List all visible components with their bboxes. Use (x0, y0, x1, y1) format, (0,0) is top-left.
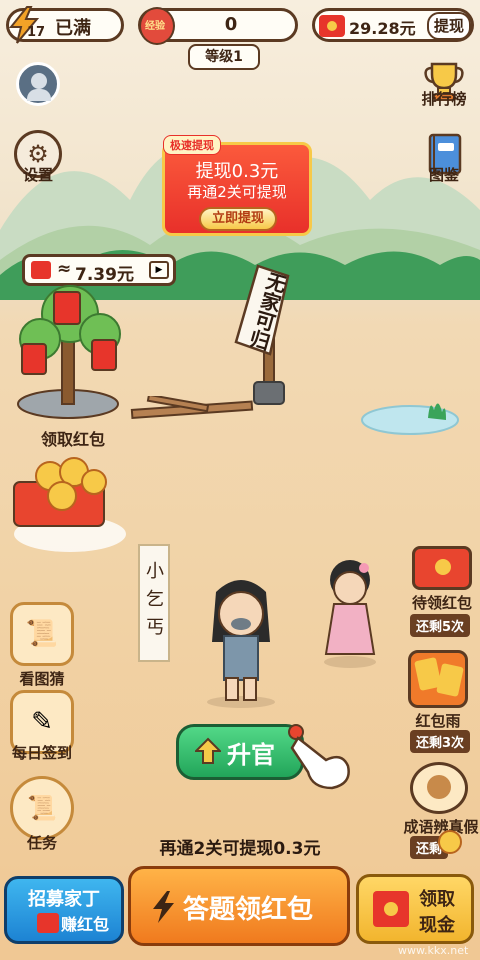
pencil-icon: ✎ (31, 707, 53, 737)
pending-remain: 还剩5次 (410, 614, 471, 637)
promo-tag: 极速提现 (163, 135, 221, 155)
pointing-hand-icon (288, 724, 350, 790)
name-scroll: 小乞丐 (138, 544, 170, 662)
money-tree-bubble: ≈ 7.39元 ▶ (22, 254, 176, 286)
guess-picture-button[interactable]: 📜 (10, 602, 74, 666)
settings-label: 设置 (22, 166, 53, 184)
pending-redpacket-button[interactable] (412, 546, 472, 590)
album-label: 图鉴 (428, 166, 459, 184)
beggar-character[interactable] (196, 572, 286, 712)
up-arrow-icon (193, 737, 223, 764)
bubble-approx: ≈ (57, 259, 72, 279)
energy-pill[interactable]: 17 已满 (6, 6, 124, 44)
character-name: 小乞丐 (146, 561, 164, 638)
daily-signin-label: 每日签到 (11, 744, 72, 762)
redpacket-rain-button[interactable] (408, 650, 468, 708)
withdraw-promo-card[interactable]: 极速提现 提现0.3元 再通2关可提现 立即提现 (162, 135, 312, 236)
lightning-icon (149, 889, 177, 923)
exp-value: 0 (224, 14, 238, 35)
bubble-value: 7.39元 (75, 265, 134, 285)
red-packet-icon (37, 913, 59, 933)
quiz-button-label: 答题领红包 (183, 895, 314, 925)
ranking-label: 排行榜 (421, 90, 467, 108)
girl-character[interactable] (316, 558, 384, 670)
redpacket-rain-label: 红包雨 (415, 712, 461, 730)
promo-title: 提现0.3元 (195, 161, 279, 182)
balance-pill: 29.28元 提现 (312, 8, 474, 42)
rain-remain: 还剩3次 (410, 730, 471, 753)
promo-subtitle: 再通2关可提现 (187, 183, 287, 201)
monkey-icon (427, 775, 451, 799)
coin-icon (435, 559, 451, 575)
red-packet-icon (319, 15, 345, 37)
avatar[interactable] (16, 62, 60, 106)
video-icon: ▶ (149, 261, 169, 279)
withdraw-button[interactable]: 提现 (427, 12, 471, 40)
claim-cash-button[interactable]: 领取 现金 (356, 874, 474, 944)
broken-planks (130, 396, 254, 419)
red-packet-icon (31, 261, 51, 279)
money-tree[interactable] (10, 284, 130, 424)
quiz-redpacket-button[interactable]: 答题领红包 (128, 866, 350, 946)
tasks-button[interactable]: 📜 (10, 776, 74, 840)
progress-hint: 再通2关可提现0.3元 (159, 839, 321, 859)
promote-label: 升官 (227, 741, 275, 769)
cash-line2: 现金 (419, 915, 455, 936)
red-packet-icon (373, 891, 409, 927)
recruit-line1: 招募家丁 (28, 889, 100, 910)
idiom-game-button[interactable] (410, 762, 468, 814)
energy-status: 已满 (55, 18, 91, 39)
guess-picture-label: 看图猜 (19, 670, 65, 688)
pending-redpacket-label: 待领红包 (411, 594, 472, 612)
level-badge: 17 (27, 25, 46, 40)
watermark: www.kkx.net (398, 944, 469, 957)
scroll-icon: 📜 (27, 794, 57, 822)
cash-line1: 领取 (419, 889, 455, 910)
game-scene: 17 已满 经验 0 等级1 29.28元 提现 ⚙ 设置 排行榜 图鉴 极速提… (0, 0, 480, 960)
exp-pill: 经验 0 (138, 7, 298, 45)
recruit-line2: 赚红包 (61, 915, 110, 934)
exp-gourd-icon: 经验 (139, 7, 175, 45)
puddle (361, 403, 459, 435)
recruit-button[interactable]: 招募家丁 赚红包 (4, 876, 124, 944)
balance-amount: 29.28元 (349, 19, 416, 38)
promote-button[interactable]: 升官 (176, 724, 304, 780)
level-text: 等级1 (188, 44, 260, 70)
promo-withdraw-button[interactable]: 立即提现 (199, 207, 277, 231)
scroll-icon: 📜 (25, 619, 59, 649)
treasure-chest[interactable] (0, 446, 140, 556)
